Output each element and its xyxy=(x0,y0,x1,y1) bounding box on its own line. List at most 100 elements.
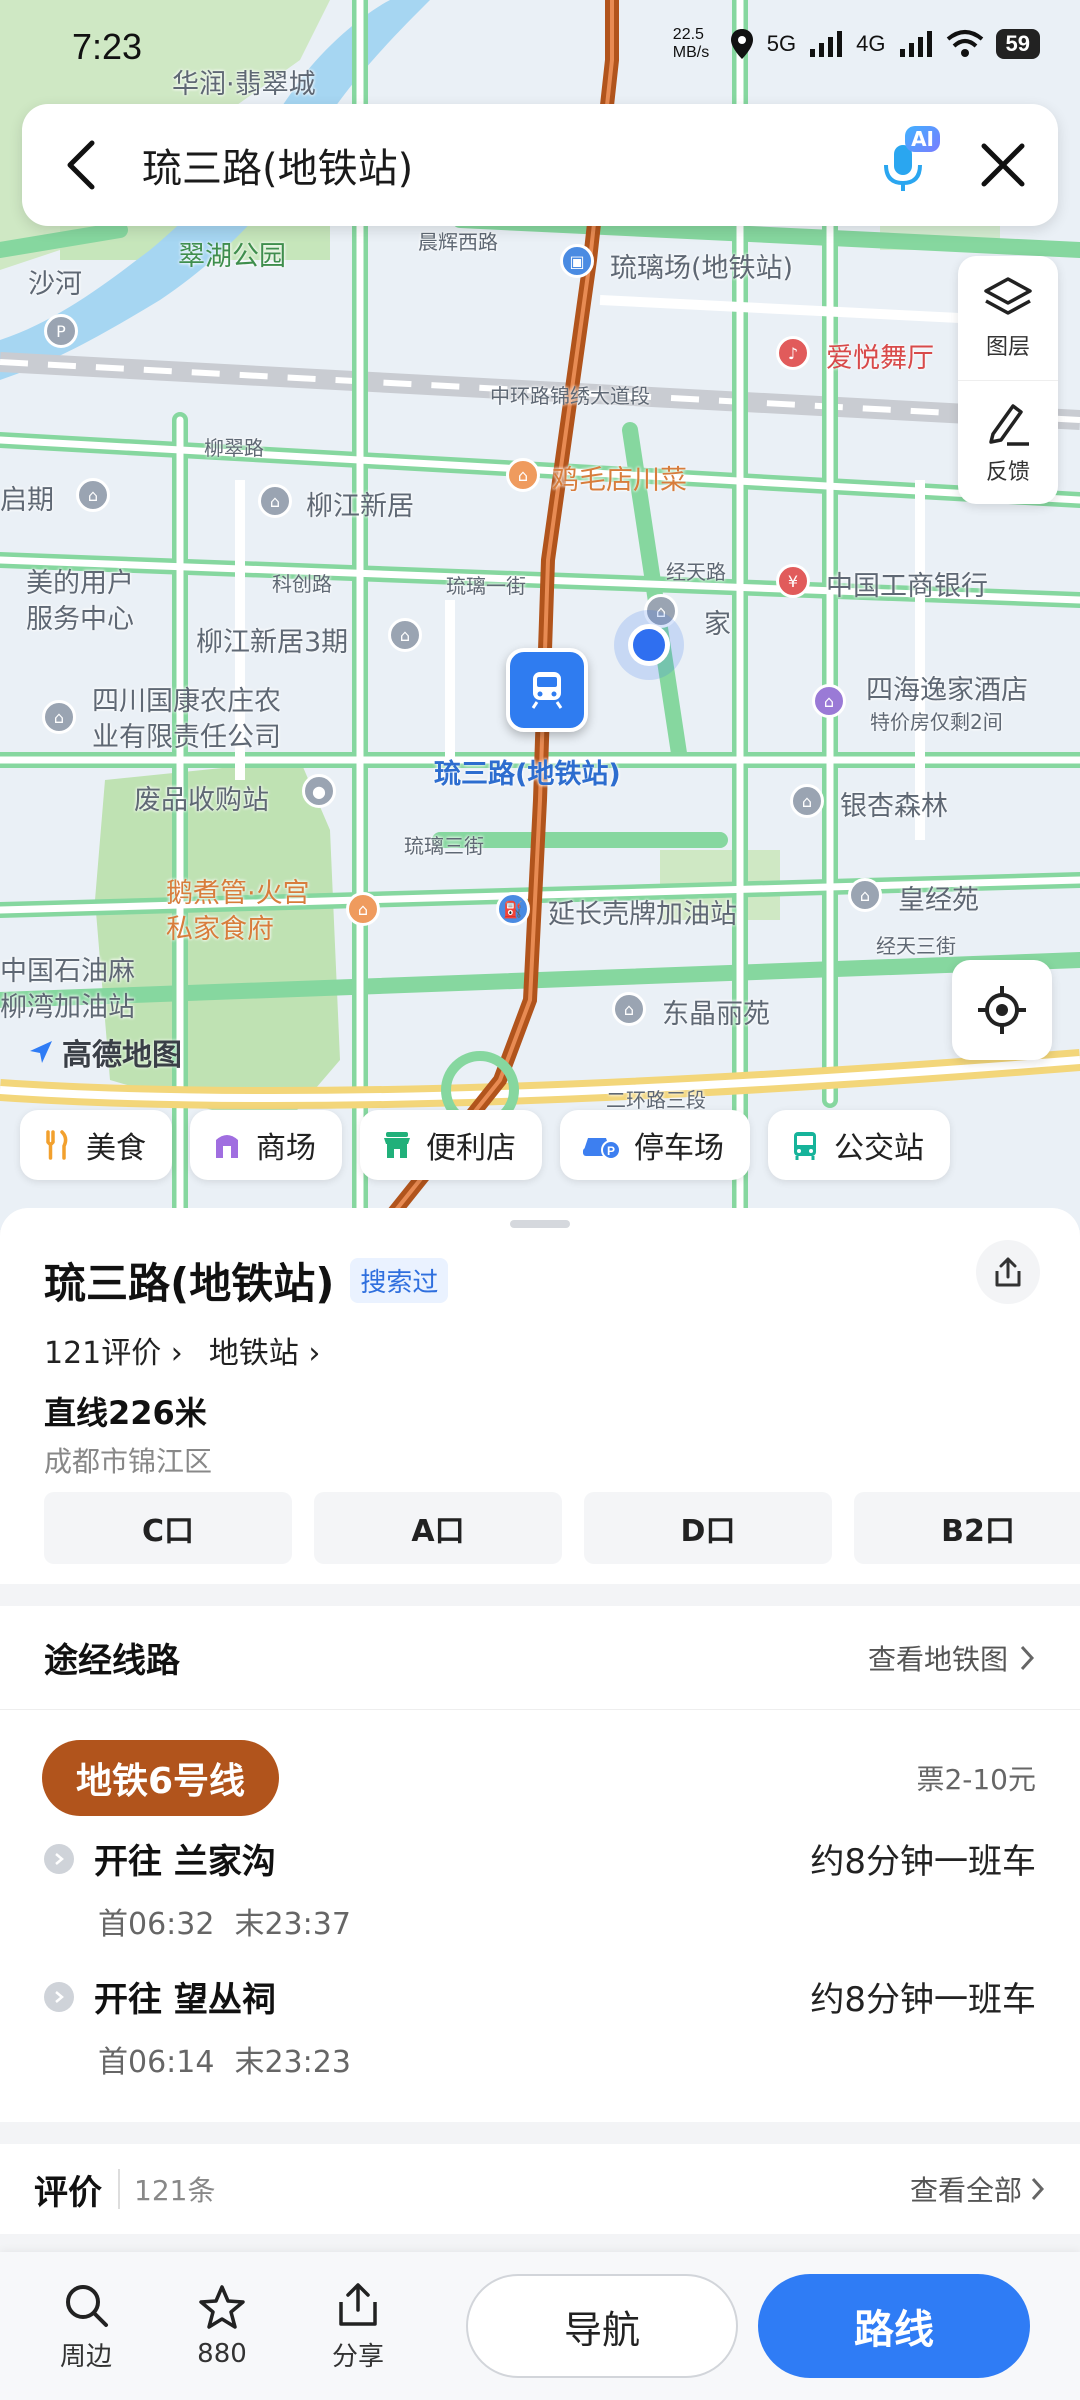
metro-line-badge[interactable]: 地铁6号线 xyxy=(42,1740,280,1816)
first-train-time: 首06:32 xyxy=(98,1907,215,1942)
chip-convenience-store[interactable]: 便利店 xyxy=(360,1110,542,1180)
exit-b2-button[interactable]: B2口 xyxy=(854,1492,1080,1564)
metro-map-link[interactable]: 查看地铁图 xyxy=(868,1638,1036,1678)
dance-hall-poi-icon[interactable]: ♪ xyxy=(776,336,810,370)
bottom-action-bar: 周边 880 分享 导航 路线 xyxy=(0,2252,1080,2400)
metro-poi-icon[interactable]: ▣ xyxy=(560,244,594,278)
map-label: 经天三街 xyxy=(876,934,956,958)
parking-poi-icon[interactable]: P xyxy=(44,314,78,348)
map-label: 晨辉西路 xyxy=(418,230,498,254)
map-label: 琉璃场(地铁站) xyxy=(610,253,794,284)
map-label: 鸡毛店川菜 xyxy=(552,465,687,496)
chevron-right-icon xyxy=(1020,1645,1035,1670)
chip-bus-stop[interactable]: 公交站 xyxy=(768,1110,950,1180)
map-label: 四川国康农庄农 业有限责任公司 xyxy=(92,686,281,753)
share-label: 分享 xyxy=(331,2341,384,2372)
parking-icon: P xyxy=(583,1138,621,1160)
map-label: 中国工商银行 xyxy=(826,571,988,602)
map-label: 美的用户 服务中心 xyxy=(26,568,134,635)
direction-item[interactable]: 开往 兰家沟 约8分钟一班车 首06:32 末23:37 xyxy=(44,1834,1036,1943)
restaurant-poi-icon[interactable]: ⌂ xyxy=(346,892,380,926)
chip-label: 停车场 xyxy=(634,1131,724,1166)
residential-poi-icon[interactable]: ⌂ xyxy=(612,992,646,1026)
hotel-poi-icon[interactable]: ⌂ xyxy=(812,684,846,718)
home-poi-icon[interactable]: ⌂ xyxy=(644,594,678,628)
lines-header: 途经线路 查看地铁图 xyxy=(0,1606,1080,1710)
edit-pen-icon xyxy=(989,403,1029,446)
reviews-title: 评价 xyxy=(34,2172,102,2213)
metro-station-marker-icon[interactable] xyxy=(506,648,588,732)
feedback-button[interactable]: 反馈 xyxy=(958,380,1058,504)
favorite-button[interactable]: 880 xyxy=(154,2283,290,2369)
residential-poi-icon[interactable]: ⌂ xyxy=(790,784,824,818)
residential-poi-icon[interactable]: ⌂ xyxy=(258,484,292,518)
residential-poi-icon[interactable]: ⌂ xyxy=(848,878,882,912)
map-label: 柳江新居 xyxy=(306,491,414,522)
map-label-station[interactable]: 琉三路(地铁站) xyxy=(434,752,621,791)
direction-name: 开往 兰家沟 xyxy=(94,1842,276,1882)
share-top-button[interactable] xyxy=(976,1240,1040,1304)
chip-parking[interactable]: P 停车场 xyxy=(560,1110,750,1180)
layers-label: 图层 xyxy=(985,335,1030,360)
exit-a-button[interactable]: A口 xyxy=(314,1492,562,1564)
view-all-reviews-link[interactable]: 查看全部 xyxy=(910,2169,1046,2209)
mall-icon xyxy=(216,1135,238,1158)
reviews-header: 评价 121条 xyxy=(34,2165,215,2214)
direction-frequency: 约8分钟一班车 xyxy=(810,1842,1036,1882)
residential-poi-icon[interactable]: ⌂ xyxy=(76,478,110,512)
bus-icon xyxy=(794,1132,816,1160)
poi-meta-row: 121评价 › 地铁站 › xyxy=(44,1328,320,1372)
map-label: 经天路 xyxy=(666,560,726,584)
category-link[interactable]: 地铁站 › xyxy=(209,1328,321,1372)
back-button[interactable] xyxy=(22,104,142,226)
category-chips: 美食 商场 便利店 P 停车场 公交站 xyxy=(20,1110,1080,1180)
map-label: 中环路锦绣大道段 xyxy=(490,384,650,408)
locate-button[interactable] xyxy=(952,960,1052,1060)
poi-district: 成都市锦江区 xyxy=(44,1445,213,1478)
close-button[interactable] xyxy=(948,104,1058,226)
search-input[interactable]: 琉三路(地铁站) xyxy=(142,136,858,194)
reviews-link[interactable]: 121评价 › xyxy=(44,1328,183,1372)
chip-food[interactable]: 美食 xyxy=(20,1110,172,1180)
chip-label: 商场 xyxy=(256,1131,316,1166)
company-poi-icon[interactable]: ⌂ xyxy=(42,700,76,734)
route-button[interactable]: 路线 xyxy=(758,2274,1030,2378)
layers-button[interactable]: 图层 xyxy=(958,256,1058,380)
direction-item[interactable]: 开往 望丛祠 约8分钟一班车 首06:14 末23:23 xyxy=(44,1972,1036,2081)
map-label: 银杏森林 xyxy=(840,791,948,822)
last-train-time: 末23:23 xyxy=(234,2045,351,2080)
ai-voice-button[interactable]: AI xyxy=(858,104,948,226)
wifi-icon xyxy=(946,30,983,57)
gas-station-poi-icon[interactable]: ⛽ xyxy=(496,892,530,926)
food-icon xyxy=(46,1130,68,1160)
signal-icon xyxy=(810,31,843,57)
nearby-button[interactable]: 周边 xyxy=(18,2280,154,2373)
residential-poi-icon[interactable]: ⌂ xyxy=(388,618,422,652)
chip-label: 便利店 xyxy=(426,1131,516,1166)
map-label: 皇经苑 xyxy=(898,885,979,916)
favorites-count: 880 xyxy=(197,2339,247,2369)
chip-mall[interactable]: 商场 xyxy=(190,1110,342,1180)
map-label: 二环路三段 xyxy=(606,1088,706,1112)
layers-icon xyxy=(984,277,1032,315)
navigate-button[interactable]: 导航 xyxy=(466,2274,738,2378)
store-icon xyxy=(384,1132,410,1158)
share-button[interactable]: 分享 xyxy=(290,2280,426,2373)
reviews-count: 121条 xyxy=(118,2169,215,2209)
bank-poi-icon[interactable]: ¥ xyxy=(776,564,810,598)
poi-title: 琉三路(地铁站) xyxy=(44,1259,335,1308)
network-5g: 5G xyxy=(766,31,797,56)
crosshair-icon xyxy=(978,986,1026,1034)
map-label: 爱悦舞厅 xyxy=(826,343,934,374)
last-train-time: 末23:37 xyxy=(234,1907,351,1942)
chevron-right-icon xyxy=(1031,2177,1045,2201)
poi-title-row: 琉三路(地铁站) 搜索过 xyxy=(44,1250,449,1311)
exit-d-button[interactable]: D口 xyxy=(584,1492,832,1564)
sheet-drag-handle[interactable] xyxy=(510,1220,570,1228)
recycle-poi-icon[interactable]: ● xyxy=(302,774,336,808)
restaurant-poi-icon[interactable]: ⌂ xyxy=(506,458,540,492)
map-label: 中国石油麻 柳湾加油站 xyxy=(0,956,135,1023)
chevron-left-icon xyxy=(67,140,95,190)
exit-c-button[interactable]: C口 xyxy=(44,1492,292,1564)
feedback-label: 反馈 xyxy=(985,459,1030,485)
